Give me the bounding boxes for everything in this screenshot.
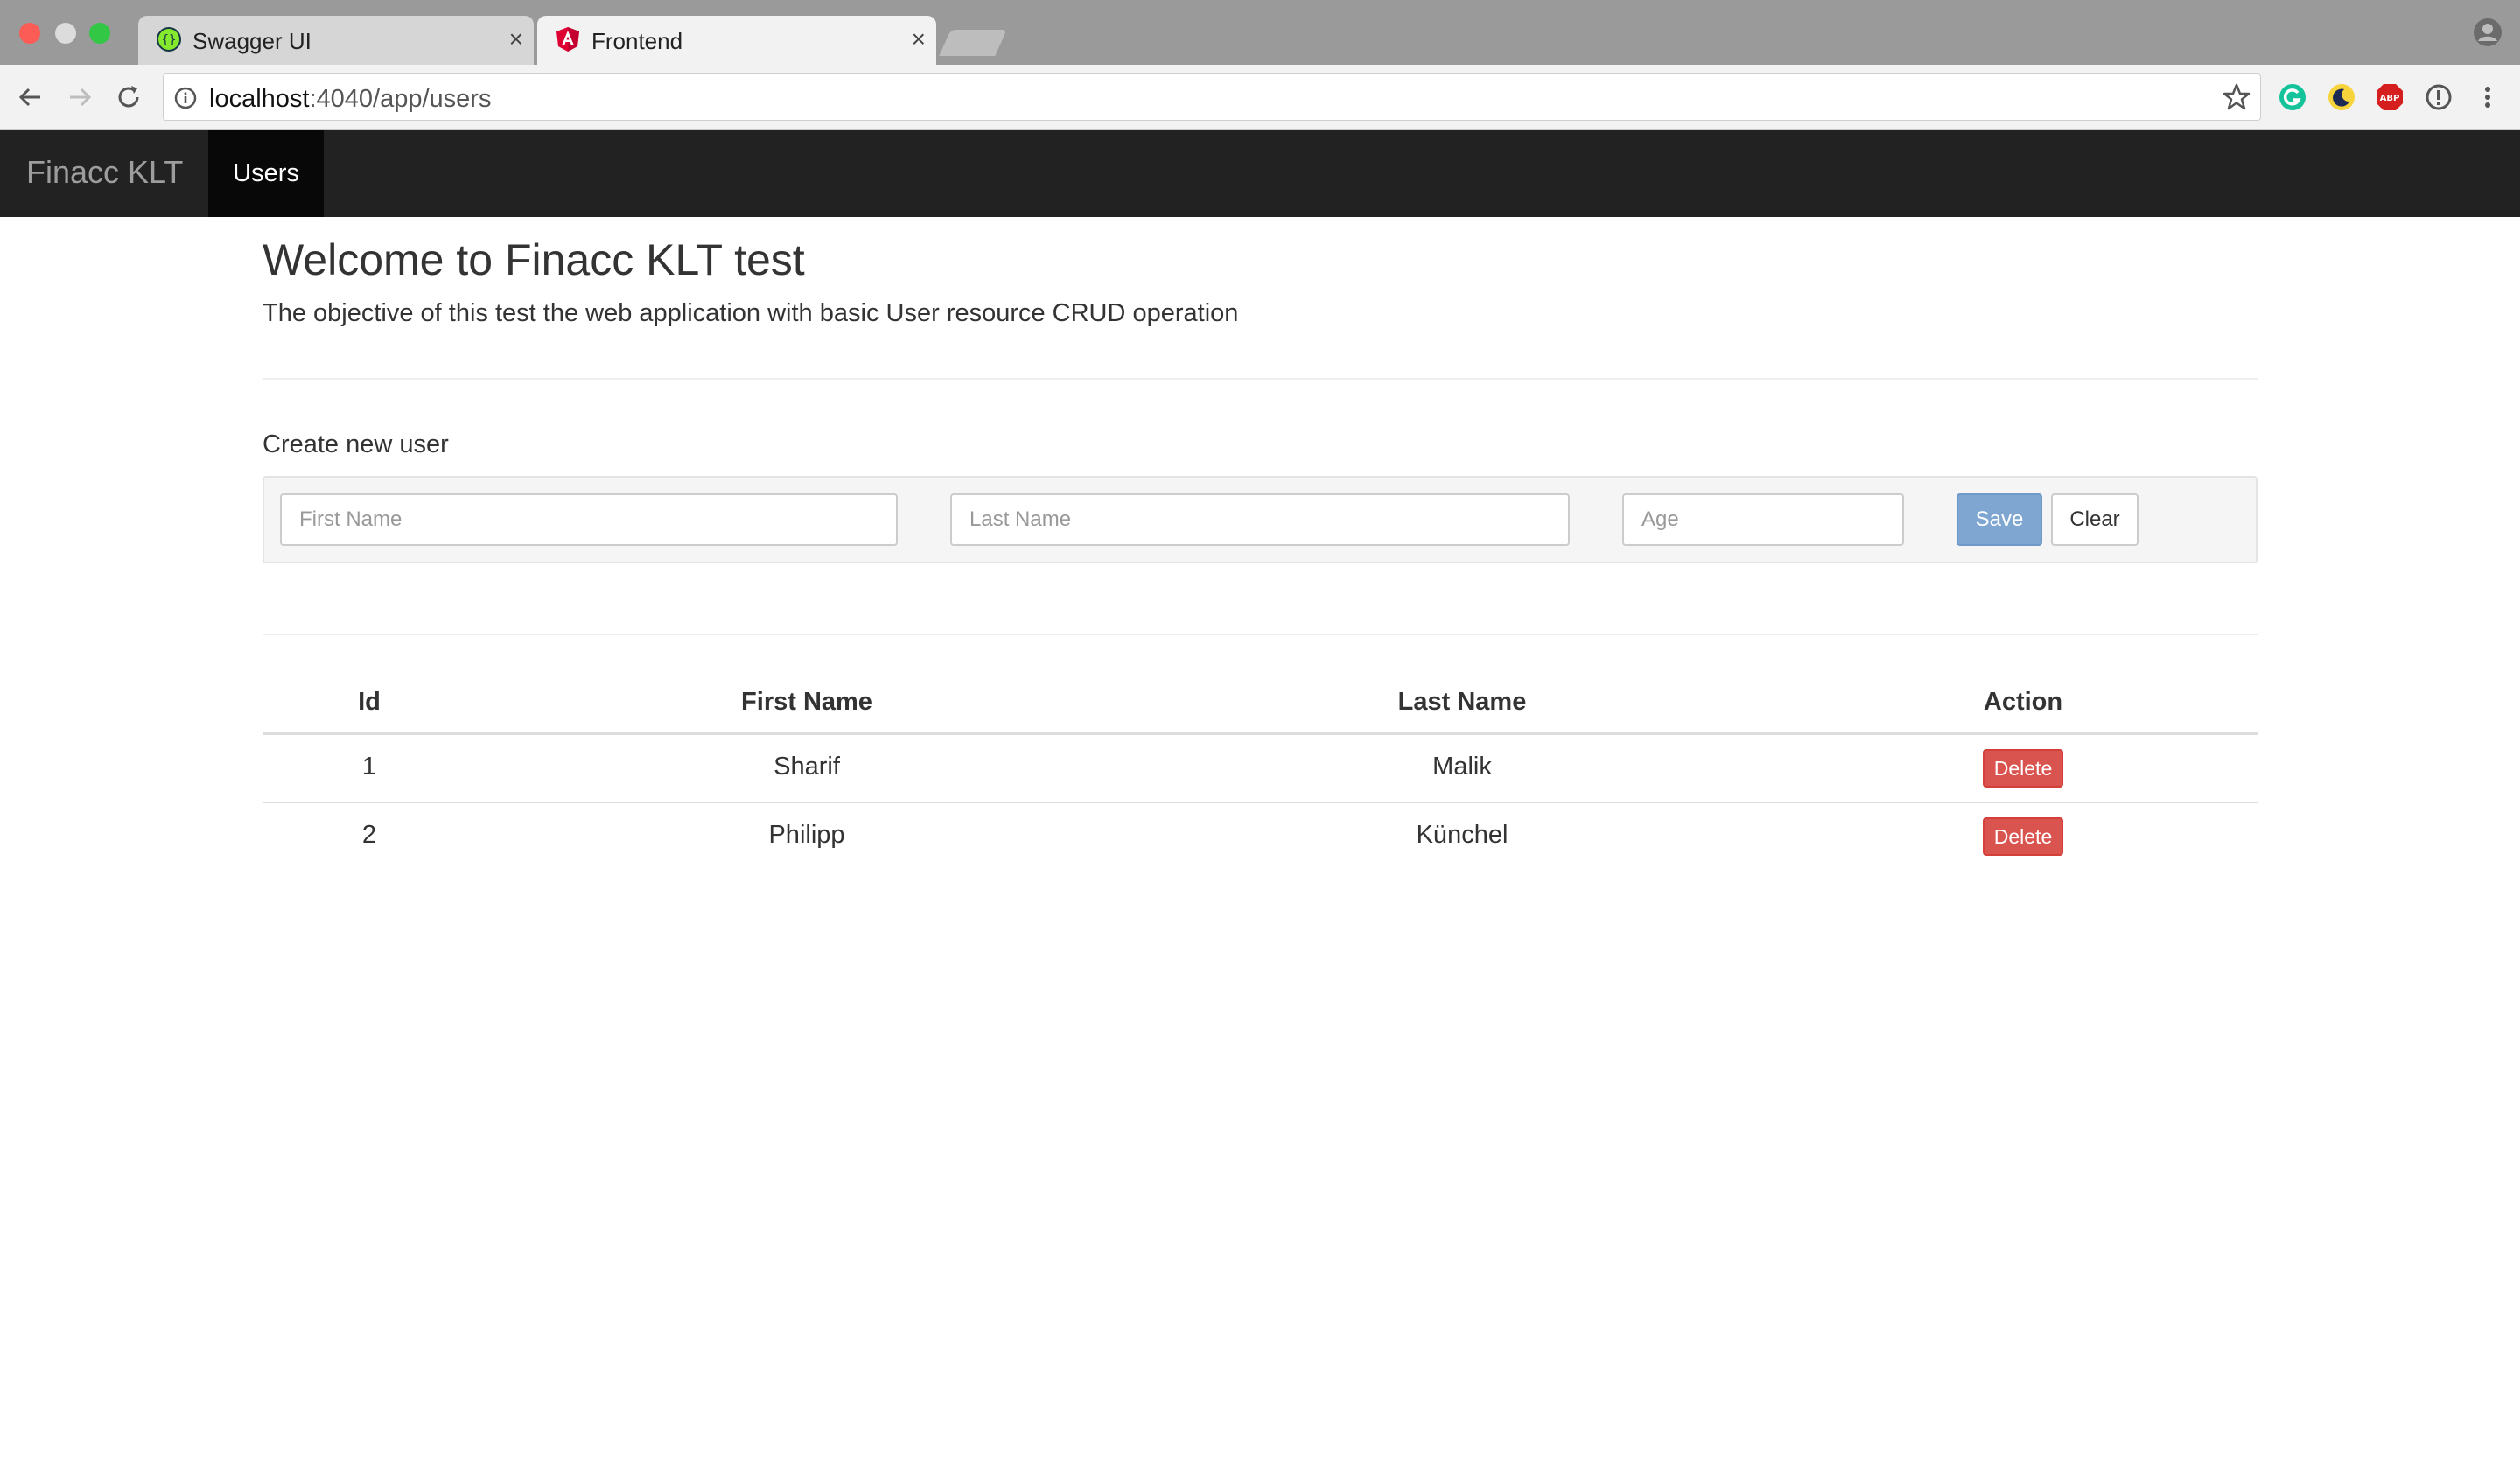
app-navbar: Finacc KLT Users	[0, 130, 2520, 217]
tab-title: Swagger UI	[192, 28, 312, 54]
header-id: Id	[358, 688, 381, 716]
create-user-label: Create new user	[262, 430, 449, 458]
tab-title: Frontend	[592, 28, 683, 54]
address-bar[interactable]: localhost:4040/app/users	[163, 74, 2261, 121]
divider	[262, 634, 2258, 635]
profile-icon[interactable]	[2473, 18, 2502, 47]
page-title: Welcome to Finacc KLT test	[262, 235, 805, 284]
tab-close-icon[interactable]: ×	[912, 26, 926, 52]
adblock-plus-icon[interactable]: ABP	[2375, 82, 2404, 112]
privacy-icon[interactable]	[2424, 82, 2454, 112]
swagger-icon: {}	[157, 27, 181, 52]
cell-first-name: Sharif	[774, 752, 840, 780]
first-name-input[interactable]	[280, 494, 898, 546]
tab-close-icon[interactable]: ×	[509, 26, 523, 52]
url-host: localhost	[209, 85, 310, 113]
header-first-name: First Name	[741, 688, 872, 716]
cell-id: 1	[361, 752, 377, 780]
bookmark-star-icon[interactable]	[2222, 82, 2251, 112]
delete-button[interactable]: Delete	[1983, 817, 2063, 856]
age-input[interactable]	[1622, 494, 1904, 546]
window-minimize-button[interactable]	[55, 23, 76, 44]
angular-icon	[556, 27, 579, 52]
last-name-input[interactable]	[950, 494, 1570, 546]
cell-last-name: Malik	[1432, 752, 1492, 780]
clear-button[interactable]: Clear	[2051, 494, 2138, 546]
delete-button[interactable]: Delete	[1983, 749, 2063, 788]
url-text: localhost:4040/app/users	[209, 85, 491, 114]
site-info-icon[interactable]	[172, 85, 199, 111]
cell-last-name: Künchel	[1416, 821, 1508, 849]
users-table: Id First Name Last Name Action 1 Sharif …	[262, 679, 2258, 872]
grammarly-icon[interactable]	[2278, 82, 2307, 112]
cell-first-name: Philipp	[768, 821, 845, 849]
night-mode-icon[interactable]	[2327, 82, 2356, 112]
browser-tab-frontend[interactable]: Frontend ×	[537, 16, 936, 65]
browser-tab-swagger[interactable]: {} Swagger UI ×	[138, 16, 534, 65]
forward-arrow-icon[interactable]	[63, 80, 96, 114]
cell-id: 2	[361, 821, 377, 849]
svg-text:{}: {}	[162, 33, 177, 47]
save-button[interactable]: Save	[1956, 494, 2042, 546]
table-row: 2 Philipp Künchel Delete	[262, 803, 2258, 872]
nav-item-users[interactable]: Users	[208, 130, 324, 217]
window-zoom-button[interactable]	[89, 23, 110, 44]
back-arrow-icon[interactable]	[14, 80, 47, 114]
browser-toolbar: localhost:4040/app/users ABP	[0, 65, 2520, 130]
navbar-brand[interactable]: Finacc KLT	[26, 154, 183, 191]
new-tab-button[interactable]	[939, 30, 1007, 56]
page-subtitle: The objective of this test the web appli…	[262, 299, 1239, 327]
url-path: :4040/app/users	[309, 85, 492, 113]
header-action: Action	[1983, 688, 2063, 716]
svg-text:ABP: ABP	[2380, 94, 2400, 103]
header-last-name: Last Name	[1397, 688, 1527, 716]
divider	[262, 378, 2258, 380]
table-row: 1 Sharif Malik Delete	[262, 735, 2258, 803]
window-close-button[interactable]	[19, 23, 40, 44]
menu-icon[interactable]	[2473, 82, 2502, 112]
browser-tab-strip: {} Swagger UI × Frontend ×	[0, 0, 2520, 65]
table-header: Id First Name Last Name Action	[262, 679, 2258, 735]
reload-icon[interactable]	[112, 80, 145, 114]
create-user-form: Save Clear	[262, 476, 2258, 564]
